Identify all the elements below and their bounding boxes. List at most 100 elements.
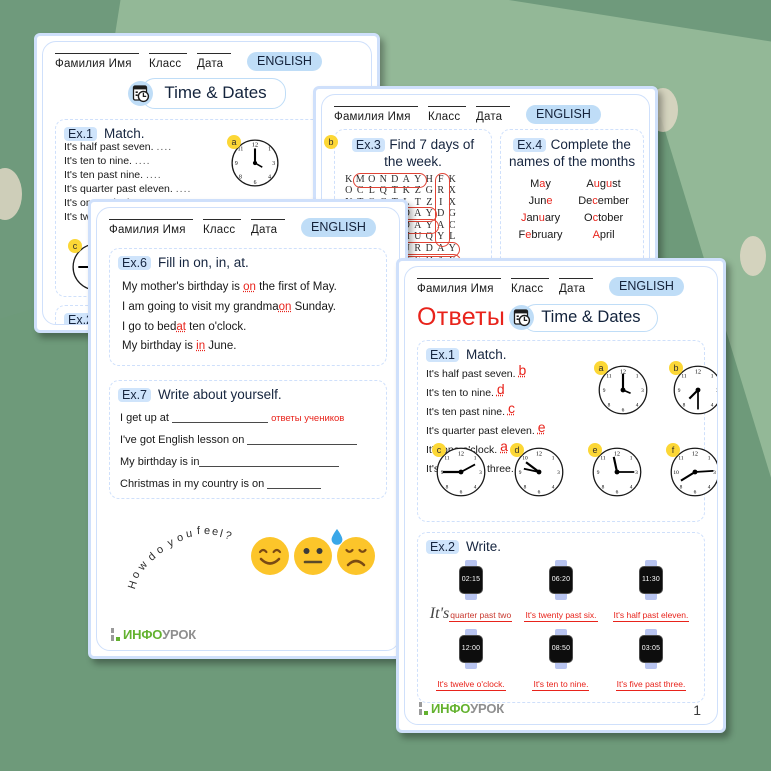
answers-page[interactable]: Фамилия Имя Класс Дата ENGLISH Ответы Ti… [396, 258, 726, 733]
svg-text:6: 6 [460, 490, 463, 496]
month-april: April [592, 228, 615, 241]
svg-text:10: 10 [522, 456, 528, 462]
logo-urok-text: УРОК [470, 701, 504, 716]
students-answers-note: ответы учеников [271, 413, 345, 425]
clock-badge: f [666, 443, 680, 457]
exercise-1-title: Match. [104, 126, 145, 141]
answers-label: Ответы [417, 303, 506, 331]
answers-page-inner: Фамилия Имя Класс Дата ENGLISH Ответы Ti… [404, 266, 718, 725]
match-line: It's ten to nine. .... [64, 154, 151, 167]
svg-text:3: 3 [713, 470, 716, 476]
emoji-sad-face-with-sweat [331, 529, 375, 576]
svg-text:4: 4 [636, 403, 639, 409]
clock-a: a 12 1 3 4 6 8 9 11 [227, 135, 285, 189]
watch-item: 08:50 It's ten to nine. [516, 625, 606, 694]
watch-answer: It's half past eleven. [612, 610, 690, 622]
svg-text:4: 4 [708, 485, 711, 491]
svg-text:8: 8 [608, 403, 611, 409]
answer-clock-d: d 12 1 3 4 6 8 9 10 [510, 443, 568, 497]
clock-badge: e [588, 443, 602, 457]
svg-text:8: 8 [602, 485, 605, 491]
answers-title-row: Ответы Time & Dates [417, 303, 705, 332]
answer-clock-b: b 12 1 3 4 8 9 11 [669, 361, 718, 415]
answer-at: at [176, 320, 186, 333]
field-class[interactable]: Класс [511, 278, 549, 295]
match-answer-line: It's ten past nine. c [426, 399, 515, 418]
clock-badge: a [227, 135, 241, 149]
svg-text:1: 1 [711, 374, 714, 380]
clock-badge: b [669, 361, 683, 375]
exercise-3-title-line2: the week. [384, 154, 442, 169]
months-column-1: May June January February [509, 176, 572, 244]
exercise-4-tag: Ex.4 [513, 138, 547, 152]
answer-clock-e: e 12 1 3 4 6 8 9 11 [588, 443, 646, 497]
svg-text:10: 10 [673, 470, 679, 476]
worksheet-page-2[interactable]: Фамилия Имя Класс Дата ENGLISH Ex.6 Fill… [88, 199, 408, 659]
answer-in: in [196, 340, 206, 353]
svg-text:11: 11 [600, 456, 605, 462]
svg-text:9: 9 [603, 388, 606, 394]
background-dot-right2 [740, 236, 766, 276]
field-date[interactable]: Дата [197, 53, 231, 70]
field-surname[interactable]: Фамилия Имя [417, 278, 501, 295]
field-date[interactable]: Дата [559, 278, 593, 295]
page-number: 1 [693, 702, 701, 718]
write-about-line[interactable]: My birthday is in [120, 455, 378, 468]
subject-badge: ENGLISH [301, 218, 376, 237]
header-fields: Фамилия Имя Класс Дата ENGLISH [55, 52, 359, 71]
svg-text:11: 11 [681, 374, 686, 380]
watch-answers-grid: 02:15 It'squarter past two 06:20 It's tw… [426, 556, 696, 694]
smartwatch-icon: 03:05 [638, 629, 663, 669]
watch-time: 11:30 [638, 566, 663, 594]
exercise-7-head: Ex.7 Write about yourself. [118, 387, 378, 403]
month-december: December [578, 194, 629, 207]
svg-text:1: 1 [474, 456, 477, 462]
svg-text:6: 6 [254, 180, 257, 186]
svg-text:3: 3 [716, 388, 718, 394]
watch-time: 08:50 [548, 635, 573, 663]
clock-badge: c [432, 443, 446, 457]
svg-text:8: 8 [683, 403, 686, 409]
exercise-6-head: Ex.6 Fill in on, in, at. [118, 255, 378, 270]
svg-text:11: 11 [606, 374, 611, 380]
field-surname[interactable]: Фамилия Имя [334, 106, 418, 123]
field-surname[interactable]: Фамилия Имя [109, 219, 193, 236]
svg-text:3: 3 [641, 388, 644, 394]
match-line: It's half past seven. .... [64, 141, 173, 153]
smartwatch-icon: 11:30 [638, 560, 663, 600]
fill-in-line: My mother's birthday is on the first of … [122, 281, 337, 293]
watch-answer: It's twenty past six. [524, 610, 598, 622]
exercise-6-card: Ex.6 Fill in on, in, at. My mother's bir… [109, 248, 387, 367]
write-about-line[interactable]: I've got English lesson on [120, 433, 378, 446]
svg-text:9: 9 [519, 470, 522, 476]
exercise-7-card: Ex.7 Write about yourself. I get up at о… [109, 380, 387, 500]
field-class[interactable]: Класс [428, 106, 466, 123]
answers-exercise-2-head: Ex.2 Write. [426, 539, 696, 554]
watch-item: 06:20 It's twenty past six. [516, 556, 606, 625]
exercise-4-title-line2: names of the months [509, 154, 636, 169]
field-date[interactable]: Дата [476, 106, 510, 123]
svg-text:9: 9 [597, 470, 600, 476]
field-date[interactable]: Дата [251, 219, 285, 236]
svg-text:8: 8 [524, 485, 527, 491]
fill-in-line: I am going to visit my grandmaon Sunday. [122, 300, 336, 313]
smartwatch-icon: 06:20 [548, 560, 573, 600]
svg-text:12: 12 [536, 451, 542, 457]
subject-badge: ENGLISH [609, 277, 684, 296]
exercise-1-tag: Ex.1 [64, 127, 98, 141]
svg-text:11: 11 [678, 456, 683, 462]
field-class[interactable]: Класс [149, 53, 187, 70]
answer-letter: b [518, 362, 527, 378]
clock-badge: d [510, 443, 524, 457]
match-answer-line: It's quarter past eleven. e [426, 418, 546, 437]
svg-text:6: 6 [616, 490, 619, 496]
emoji-neutral-face [294, 537, 332, 576]
clock-badge: c [68, 239, 82, 253]
field-surname[interactable]: Фамилия Имя [55, 53, 139, 70]
write-about-line[interactable]: I get up at ответы учеников [120, 411, 378, 424]
field-class[interactable]: Класс [203, 219, 241, 236]
answer-letter: e [537, 418, 546, 435]
footer-logo: ИНФО УРОК [111, 627, 196, 642]
calendar-clock-icon [509, 305, 535, 330]
write-about-line[interactable]: Christmas in my country is on [120, 477, 378, 490]
